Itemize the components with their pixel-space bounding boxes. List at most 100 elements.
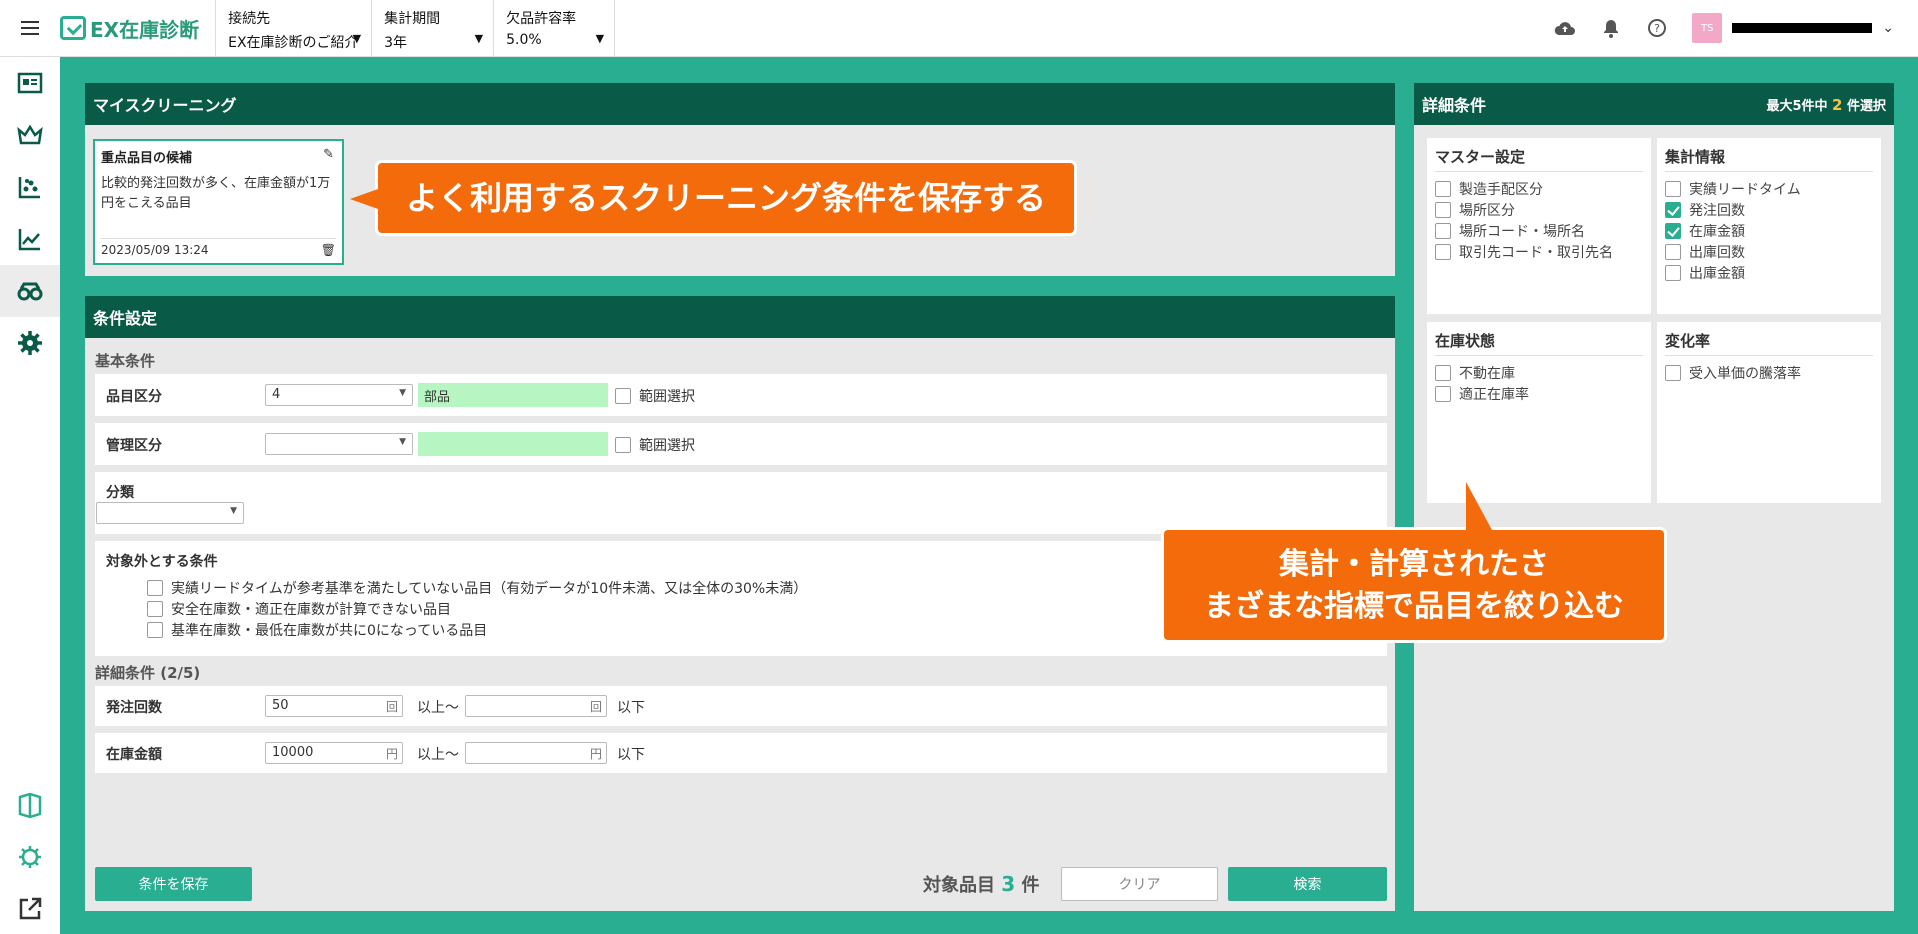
change-rate-box: 変化率 受入単価の騰落率	[1657, 322, 1881, 503]
stock-state-checkbox[interactable]	[1435, 364, 1451, 381]
stats-item[interactable]: 出庫金額	[1665, 262, 1873, 283]
exclude-checkbox[interactable]	[147, 601, 163, 617]
stock-state-checkbox[interactable]	[1435, 385, 1451, 402]
card-title: 重点品目の候補	[101, 151, 193, 166]
save-conditions-button[interactable]: 条件を保存	[95, 867, 252, 901]
max-suffix: 件選択	[1846, 98, 1886, 114]
master-settings-box: マスター設定 製造手配区分 場所区分 場所コード・場所名 取引先コード・取引先名	[1427, 138, 1651, 314]
connection-select[interactable]: 接続先 EX在庫診断のご紹介 ▼	[215, 0, 371, 57]
stock-value-from-input[interactable]: 10000 円	[265, 742, 403, 764]
master-checkbox[interactable]	[1435, 201, 1451, 218]
stats-title: 集計情報	[1665, 146, 1873, 172]
period-value: 3年	[384, 34, 408, 51]
stats-checkbox[interactable]	[1665, 180, 1681, 197]
master-item[interactable]: 製造手配区分	[1435, 178, 1643, 199]
exclude-label: 対象外とする条件	[106, 554, 218, 570]
stats-item[interactable]: 実績リードタイム	[1665, 178, 1873, 199]
app-header: EX在庫診断 接続先 EX在庫診断のご紹介 ▼ 集計期間 3年 ▼ 欠品許容率 …	[0, 0, 1918, 57]
stock-state-item[interactable]: 不動在庫	[1435, 362, 1643, 383]
tolerance-select[interactable]: 欠品許容率 5.0% ▼	[493, 0, 616, 57]
max-prefix: 最大5件中	[1766, 98, 1828, 114]
card-date: 2023/05/09 13:24	[101, 243, 209, 257]
stats-item[interactable]: 出庫回数	[1665, 241, 1873, 262]
item-class-name: 部品	[418, 383, 608, 407]
sidebar-item-settings[interactable]	[0, 317, 60, 369]
stats-item-label: 出庫回数	[1689, 244, 1745, 261]
sidebar-item-screening[interactable]	[0, 265, 60, 317]
category-row: 分類	[95, 472, 1387, 534]
search-button[interactable]: 検索	[1228, 867, 1387, 901]
unit-label: 円	[589, 747, 602, 761]
callout-save-conditions: よく利用するスクリーニング条件を保存する	[350, 163, 1074, 233]
mgmt-class-range[interactable]: 範囲選択	[615, 435, 695, 455]
stock-state-item[interactable]: 適正在庫率	[1435, 383, 1643, 404]
stats-checkbox[interactable]	[1665, 264, 1681, 281]
order-count-to-input[interactable]: 回	[465, 695, 607, 717]
screening-card[interactable]: 重点品目の候補 ✎ 比較的発注回数が多く、在庫金額が1万円をこえる品目 2023…	[93, 139, 344, 265]
item-class-label: 品目区分	[106, 389, 162, 405]
callout-filter-line2: まざまな指標で品目を絞り込む	[1204, 589, 1624, 624]
sidebar-item-scatter[interactable]	[0, 161, 60, 213]
chevron-down-icon: ▼	[352, 31, 362, 45]
order-count-from-input[interactable]: 50 回	[265, 695, 403, 717]
svg-text:?: ?	[1654, 22, 1660, 35]
range-checkbox[interactable]	[615, 437, 631, 453]
hamburger-menu-icon[interactable]	[0, 0, 60, 57]
stats-item[interactable]: 発注回数	[1665, 199, 1873, 220]
tolerance-label: 欠品許容率	[506, 10, 577, 27]
order-count-from-value: 50	[272, 698, 289, 713]
master-item-label: 場所区分	[1459, 202, 1515, 219]
bell-icon[interactable]	[1600, 17, 1622, 39]
item-class-range[interactable]: 範囲選択	[615, 386, 695, 406]
stock-value-to-input[interactable]: 円	[465, 742, 607, 764]
master-item[interactable]: 場所コード・場所名	[1435, 220, 1643, 241]
unit-label: 回	[589, 700, 602, 714]
sidebar-item-manual[interactable]	[0, 779, 60, 831]
change-rate-checkbox[interactable]	[1665, 364, 1681, 381]
category-select[interactable]	[96, 502, 244, 524]
exclude-item[interactable]: 基準在庫数・最低在庫数が共に0になっている品目	[147, 620, 487, 640]
clear-button[interactable]: クリア	[1061, 867, 1218, 901]
pencil-icon[interactable]: ✎	[323, 147, 334, 162]
stock-value-from-value: 10000	[272, 745, 314, 760]
stats-checkbox-checked[interactable]	[1665, 222, 1681, 239]
user-menu[interactable]: TS ⌄	[1692, 13, 1894, 43]
mgmt-class-label: 管理区分	[106, 438, 162, 454]
sidebar-item-dashboard[interactable]	[0, 57, 60, 109]
callout-filter-line1: 集計・計算されたさ	[1279, 547, 1549, 582]
master-item[interactable]: 取引先コード・取引先名	[1435, 241, 1643, 262]
trash-icon[interactable]: 🗑	[321, 243, 336, 257]
book-icon	[18, 792, 42, 819]
sidebar-item-trend[interactable]	[0, 213, 60, 265]
item-class-select[interactable]: 4	[265, 384, 413, 406]
sidebar-item-ranking[interactable]	[0, 109, 60, 161]
app-logo[interactable]: EX在庫診断	[60, 0, 215, 57]
stock-state-box: 在庫状態 不動在庫 適正在庫率	[1427, 322, 1651, 503]
help-icon[interactable]: ?	[1646, 17, 1668, 39]
target-number: 3	[1001, 872, 1016, 896]
exclude-checkbox[interactable]	[147, 580, 163, 596]
exclude-item[interactable]: 実績リードタイムが参考基準を満たしていない品目（有効データが10件未満、又は全体…	[147, 578, 807, 598]
exclude-checkbox[interactable]	[147, 622, 163, 638]
stats-item-label: 実績リードタイム	[1689, 181, 1801, 198]
master-checkbox[interactable]	[1435, 243, 1451, 260]
card-description: 比較的発注回数が多く、在庫金額が1万円をこえる品目	[101, 176, 331, 211]
stats-checkbox-checked[interactable]	[1665, 201, 1681, 218]
stats-item-label: 発注回数	[1689, 202, 1745, 219]
master-checkbox[interactable]	[1435, 180, 1451, 197]
sidebar-item-external[interactable]	[0, 883, 60, 934]
exclude-item[interactable]: 安全在庫数・適正在庫数が計算できない品目	[147, 599, 451, 619]
range-checkbox[interactable]	[615, 388, 631, 404]
sidebar-item-support[interactable]	[0, 831, 60, 883]
scatter-chart-icon	[18, 177, 40, 199]
stock-state-item-label: 不動在庫	[1459, 365, 1515, 382]
stats-checkbox[interactable]	[1665, 243, 1681, 260]
change-rate-item[interactable]: 受入単価の騰落率	[1665, 362, 1873, 383]
crown-icon	[17, 124, 43, 145]
master-item[interactable]: 場所区分	[1435, 199, 1643, 220]
period-select[interactable]: 集計期間 3年 ▼	[371, 0, 493, 57]
mgmt-class-select[interactable]	[265, 433, 413, 455]
stats-item[interactable]: 在庫金額	[1665, 220, 1873, 241]
cloud-upload-icon[interactable]	[1554, 17, 1576, 39]
master-checkbox[interactable]	[1435, 222, 1451, 239]
